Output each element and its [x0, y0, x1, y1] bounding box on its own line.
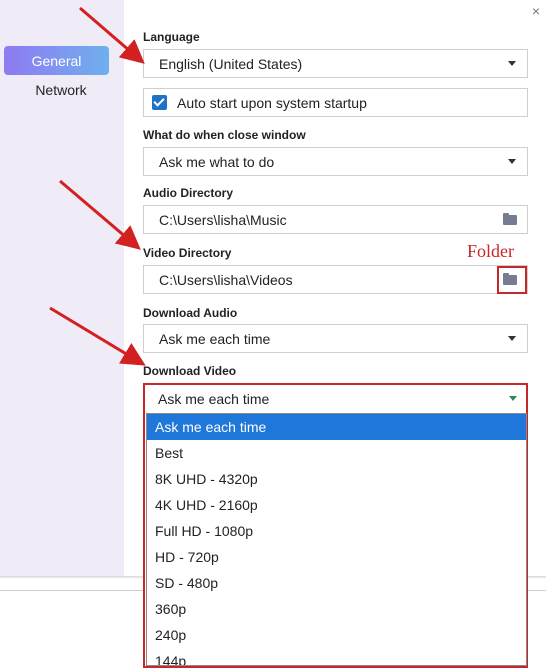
- chevron-down-icon: [509, 396, 517, 401]
- download-video-options: Ask me each time Best 8K UHD - 4320p 4K …: [146, 413, 527, 666]
- language-select[interactable]: English (United States): [143, 49, 528, 78]
- sidebar-item-network[interactable]: Network: [4, 80, 118, 100]
- dropdown-option-ask[interactable]: Ask me each time: [147, 414, 526, 440]
- close-window-value: Ask me what to do: [159, 153, 275, 170]
- download-audio-select[interactable]: Ask me each time: [143, 324, 528, 353]
- video-directory-label: Video Directory: [143, 246, 232, 260]
- audio-directory-label: Audio Directory: [143, 186, 234, 200]
- dropdown-option-best[interactable]: Best: [147, 440, 526, 466]
- download-video-dropdown[interactable]: Ask me each time Ask me each time Best 8…: [143, 383, 528, 668]
- sidebar-item-general[interactable]: General: [4, 46, 109, 75]
- folder-callout: Folder: [467, 241, 514, 261]
- dropdown-option-480p[interactable]: SD - 480p: [147, 570, 526, 596]
- language-value: English (United States): [159, 55, 303, 72]
- download-video-value: Ask me each time: [158, 390, 270, 407]
- checkbox-checked-icon[interactable]: [152, 95, 167, 110]
- dropdown-option-144p[interactable]: 144p: [147, 648, 526, 665]
- chevron-down-icon: [508, 336, 516, 341]
- video-directory-value: C:\Users\lisha\Videos: [159, 271, 293, 288]
- audio-directory-value: C:\Users\lisha\Music: [159, 211, 287, 228]
- dropdown-option-240p[interactable]: 240p: [147, 622, 526, 648]
- chevron-down-icon: [508, 159, 516, 164]
- download-audio-value: Ask me each time: [159, 330, 271, 347]
- chevron-down-icon: [508, 61, 516, 66]
- auto-start-option[interactable]: Auto start upon system startup: [143, 88, 528, 117]
- download-audio-label: Download Audio: [143, 306, 238, 320]
- dropdown-option-4k[interactable]: 4K UHD - 2160p: [147, 492, 526, 518]
- folder-highlight-box: [497, 266, 527, 294]
- dropdown-option-360p[interactable]: 360p: [147, 596, 526, 622]
- dropdown-option-720p[interactable]: HD - 720p: [147, 544, 526, 570]
- download-video-label: Download Video: [143, 364, 237, 378]
- auto-start-label: Auto start upon system startup: [177, 94, 367, 111]
- language-label: Language: [143, 30, 200, 44]
- dropdown-option-8k[interactable]: 8K UHD - 4320p: [147, 466, 526, 492]
- folder-icon[interactable]: [503, 213, 517, 225]
- video-directory-field[interactable]: C:\Users\lisha\Videos: [143, 265, 528, 294]
- sidebar: General Network: [0, 0, 124, 578]
- close-window-label: What do when close window: [143, 128, 306, 142]
- close-icon[interactable]: ×: [527, 2, 545, 20]
- dropdown-option-1080p[interactable]: Full HD - 1080p: [147, 518, 526, 544]
- download-video-select[interactable]: Ask me each time: [145, 385, 526, 412]
- close-window-select[interactable]: Ask me what to do: [143, 147, 528, 176]
- audio-directory-field[interactable]: C:\Users\lisha\Music: [143, 205, 528, 234]
